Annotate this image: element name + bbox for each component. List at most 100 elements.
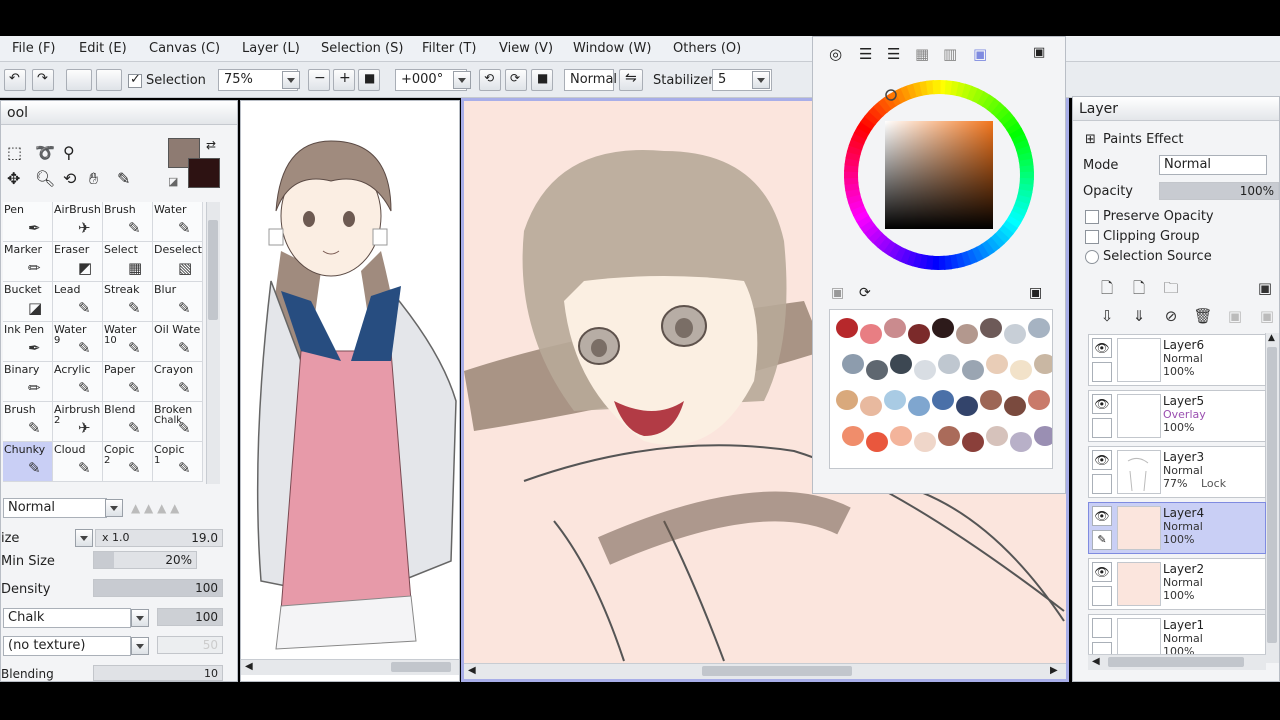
- zoom-in-button[interactable]: +: [333, 69, 355, 91]
- paint-swatch[interactable]: [908, 324, 930, 344]
- scratchpad-tab-icon[interactable]: ▥: [943, 45, 957, 63]
- paint-swatch[interactable]: [932, 390, 954, 410]
- scroll-left-icon[interactable]: ◀: [468, 665, 476, 676]
- swap-colors-icon[interactable]: ⇄: [206, 138, 216, 152]
- tool-button[interactable]: Blend ✎: [103, 402, 153, 442]
- undo-button[interactable]: ↶: [4, 69, 26, 91]
- layer-lock-toggle[interactable]: [1092, 586, 1112, 606]
- canvas-hscroll-thumb[interactable]: [702, 666, 852, 676]
- layer-hscroll[interactable]: ◀: [1088, 654, 1266, 670]
- layer-row[interactable]: 👁︎ Layer2 Normal 100%: [1088, 558, 1266, 610]
- paint-swatch[interactable]: [914, 360, 936, 380]
- hsv-slider-tab-icon[interactable]: ☰: [887, 45, 900, 63]
- brush-blend-mode[interactable]: Normal: [3, 498, 107, 518]
- layer-list-scrollbar[interactable]: ▲: [1265, 333, 1279, 663]
- color-set-tab-icon[interactable]: ▦: [915, 45, 929, 63]
- zoom-reset-button[interactable]: ■: [358, 69, 380, 91]
- clear-layer-icon[interactable]: ⊘: [1159, 305, 1183, 327]
- palette-option-icon[interactable]: ▣: [831, 285, 844, 301]
- visibility-toggle[interactable]: 👁︎: [1092, 450, 1112, 470]
- paint-swatch[interactable]: [1010, 432, 1032, 452]
- hue-wheel[interactable]: [835, 71, 1043, 279]
- new-folder-icon[interactable]: 🗀︎: [1159, 277, 1183, 299]
- min-size-slider[interactable]: 20%: [93, 551, 197, 569]
- layer-opacity-slider[interactable]: 100%: [1159, 182, 1279, 200]
- tool-button[interactable]: Cloud ✎: [53, 442, 103, 482]
- brush-shape-buttons[interactable]: ▲ ▲ ▲ ▲: [131, 501, 223, 517]
- size-dropdown[interactable]: [75, 529, 93, 547]
- menu-edit[interactable]: Edit (E): [79, 41, 127, 56]
- visibility-toggle[interactable]: [1092, 618, 1112, 638]
- texture2-select[interactable]: (no texture): [3, 636, 131, 656]
- visibility-toggle[interactable]: 👁︎: [1092, 506, 1112, 526]
- palette-tab-icon[interactable]: ▣: [973, 45, 987, 63]
- visibility-toggle[interactable]: 👁︎: [1092, 394, 1112, 414]
- paint-swatch[interactable]: [1028, 390, 1050, 410]
- tool-button[interactable]: Deselect ▧: [153, 242, 203, 282]
- texture-dropdown[interactable]: [131, 609, 149, 627]
- paint-swatch[interactable]: [1004, 324, 1026, 344]
- paint-swatch[interactable]: [962, 360, 984, 380]
- texture-strength[interactable]: 100: [157, 608, 223, 626]
- paint-swatch[interactable]: [836, 318, 858, 338]
- hand-icon[interactable]: ✋︎: [89, 169, 98, 189]
- rotation-dropdown[interactable]: [453, 71, 471, 89]
- layer-scroll-thumb[interactable]: [1267, 347, 1277, 643]
- texture2-dropdown[interactable]: [131, 637, 149, 655]
- paint-swatch[interactable]: [866, 432, 888, 452]
- tool-button[interactable]: Paper ✎: [103, 362, 153, 402]
- paint-swatch[interactable]: [890, 426, 912, 446]
- layer-lock-toggle[interactable]: [1092, 418, 1112, 438]
- merge-down-icon[interactable]: ⇓: [1127, 305, 1151, 327]
- tool-button[interactable]: Water 9 ✎: [53, 322, 103, 362]
- tool-button[interactable]: Crayon ✎: [153, 362, 203, 402]
- menu-selection[interactable]: Selection (S): [321, 41, 403, 56]
- reference-hscroll[interactable]: ◀: [241, 659, 459, 675]
- tool-button[interactable]: Acrylic ✎: [53, 362, 103, 402]
- layer-mode-select[interactable]: Normal: [1159, 155, 1267, 175]
- visibility-toggle[interactable]: 👁︎: [1092, 562, 1112, 582]
- layer-lock-toggle[interactable]: [1092, 362, 1112, 382]
- paint-swatch[interactable]: [932, 318, 954, 338]
- tool-button[interactable]: Brush ✎: [103, 202, 153, 242]
- paint-swatch[interactable]: [860, 324, 882, 344]
- transfer-down-icon[interactable]: ⇩: [1095, 305, 1119, 327]
- layer-lock-toggle[interactable]: [1092, 474, 1112, 494]
- scroll-left-icon[interactable]: ◀: [1092, 656, 1100, 667]
- scratchpad[interactable]: [829, 309, 1053, 469]
- rotate-reset-button[interactable]: ■: [531, 69, 553, 91]
- paints-effect-icon[interactable]: ⊞: [1085, 132, 1096, 147]
- texture-select[interactable]: Chalk: [3, 608, 131, 628]
- layer-hscroll-thumb[interactable]: [1108, 657, 1244, 667]
- stabilizer-dropdown[interactable]: [752, 71, 770, 89]
- paint-swatch[interactable]: [1028, 318, 1050, 338]
- scroll-left-icon[interactable]: ◀: [245, 661, 253, 672]
- flip-button[interactable]: ⇋: [619, 69, 643, 91]
- tool-button[interactable]: Lead ✎: [53, 282, 103, 322]
- layer-row[interactable]: 👁︎ Layer6 Normal 100%: [1088, 334, 1266, 386]
- paint-swatch[interactable]: [986, 426, 1008, 446]
- eyedropper-icon[interactable]: ✎: [117, 169, 130, 188]
- layer-panel-menu-icon[interactable]: ▣: [1253, 277, 1277, 299]
- paint-swatch[interactable]: [938, 354, 960, 374]
- menu-layer[interactable]: Layer (L): [242, 41, 300, 56]
- paint-swatch[interactable]: [962, 432, 984, 452]
- preserve-opacity-checkbox[interactable]: [1085, 210, 1099, 224]
- paint-swatch[interactable]: [1034, 426, 1052, 446]
- redo-button[interactable]: ↷: [32, 69, 54, 91]
- invert-selection-button[interactable]: [96, 69, 122, 91]
- layer-row[interactable]: 👁︎ Layer5 Overlay 100%: [1088, 390, 1266, 442]
- tool-button[interactable]: Copic 2 ✎: [103, 442, 153, 482]
- lasso-icon[interactable]: ➰: [35, 143, 55, 162]
- selection-checkbox[interactable]: ✓: [128, 72, 142, 88]
- tool-button[interactable]: Eraser ◩: [53, 242, 103, 282]
- tool-button[interactable]: Broken Chalk ✎: [153, 402, 203, 442]
- tool-button[interactable]: Water ✎: [153, 202, 203, 242]
- menu-view[interactable]: View (V): [499, 41, 553, 56]
- tool-button[interactable]: Chunky ✎: [3, 442, 53, 482]
- new-linework-layer-icon[interactable]: 🗋︎: [1127, 277, 1151, 299]
- menu-filter[interactable]: Filter (T): [422, 41, 476, 56]
- paint-swatch[interactable]: [890, 354, 912, 374]
- rotate-ccw-button[interactable]: ⟲: [479, 69, 501, 91]
- tool-button[interactable]: Brush ✎: [3, 402, 53, 442]
